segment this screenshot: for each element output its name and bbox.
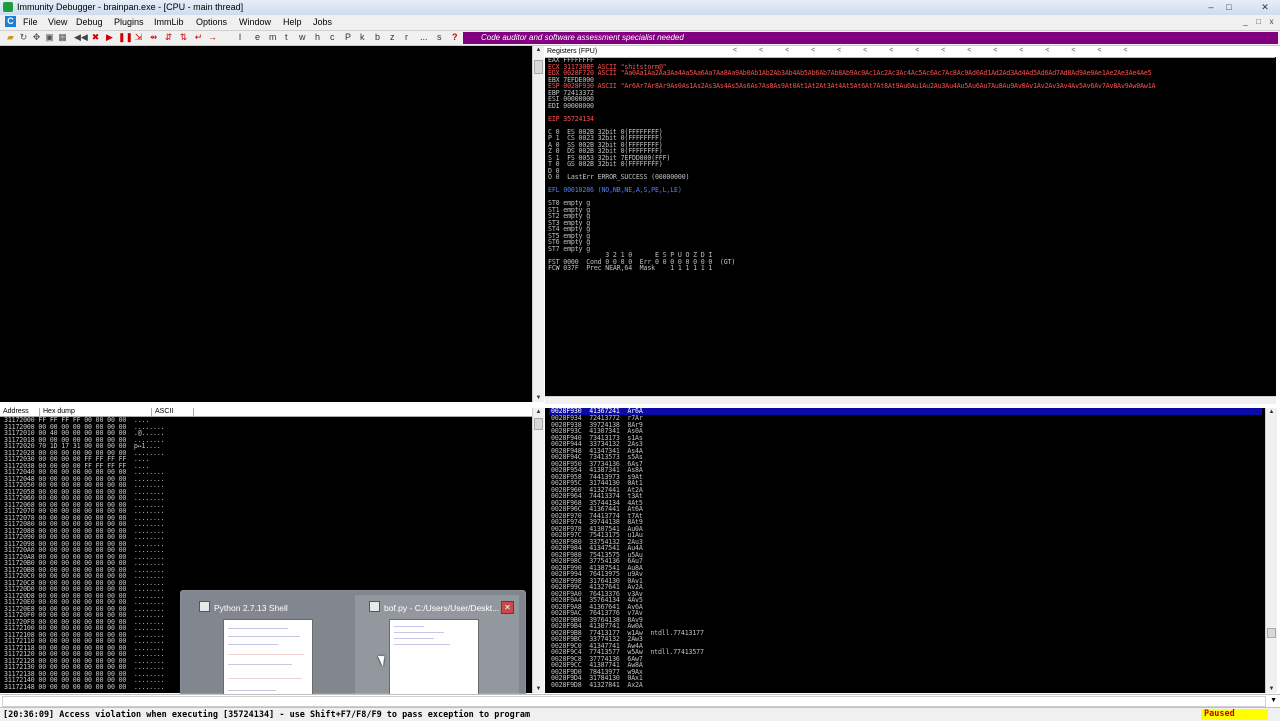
scroll-down-icon[interactable]: ▼ [533,394,544,402]
toolbar-m-button[interactable]: m [269,32,277,42]
status-bar: [20:36:09] Access violation when executi… [0,707,1280,721]
trace-into-icon[interactable]: ⇵ [163,32,174,43]
toolbar-l-button[interactable]: l [239,32,241,42]
menu-plugins[interactable]: Plugins [114,17,144,27]
register-list: EAX FFFFFFFF ECX 311730BF ASCII "shitstor… [548,57,1156,272]
toolbar-dots-button[interactable]: ... [420,32,428,42]
mdi-close-button[interactable]: x [1266,17,1277,27]
dump-row[interactable]: 31172148 00 00 00 00 00 00 00 00 .......… [4,683,165,691]
mdi-minimize-button[interactable]: _ [1240,17,1251,27]
banner-ad[interactable]: Code auditor and software assessment spe… [463,32,1278,44]
menu-view[interactable]: View [48,17,67,27]
register-row[interactable]: ESP 0028F930 ASCII "Ar6Ar7Ar8Ar9As0As1As… [548,83,1156,90]
run-icon[interactable]: ▶ [104,32,115,43]
toolbar-s-button[interactable]: s [437,32,442,42]
close-preview-icon[interactable]: ✕ [501,601,514,614]
command-bar: ▼ [0,694,1280,707]
toolbar-h-button[interactable]: h [315,32,320,42]
menu-bar: C File View Debug Plugins ImmLib Options… [0,15,1280,31]
toolbar-e-button[interactable]: e [255,32,260,42]
stack-row[interactable]: 0028F9D8 41327841 Ax2A [551,681,704,689]
scroll-thumb[interactable] [534,418,543,430]
registers-title: Registers (FPU) [547,48,598,55]
registers-hscrollbar[interactable] [545,396,1276,404]
toolbar-r-button[interactable]: r [405,32,408,42]
register-row[interactable]: EDX 0028F720 ASCII "Aa0Aa1Aa2Aa3Aa4Aa5Aa… [548,70,1155,77]
disassembly-scrollbar[interactable]: ▲ ▼ [532,46,544,402]
maximize-button[interactable]: □ [1222,2,1236,12]
menu-debug[interactable]: Debug [76,17,103,27]
rewind-icon[interactable]: ◀◀ [74,32,88,43]
thumbnail-title: Python 2.7.13 Shell [185,601,349,613]
trace-over-icon[interactable]: ⇅ [178,32,189,43]
chevron-down-icon[interactable]: ▼ [1270,697,1277,704]
cpu-window-icon[interactable]: C [5,16,16,27]
idle-icon [369,601,380,612]
scroll-thumb[interactable] [534,60,543,74]
goto-icon[interactable]: → [207,32,218,43]
menu-window[interactable]: Window [239,17,271,27]
grid-icon[interactable]: ▦ [57,32,68,43]
app-icon [3,2,13,12]
dump-rows: 31172000 FF FF FF FF 00 00 00 00 .... 311… [4,417,165,691]
pause-icon[interactable]: ❚❚ [118,32,133,43]
toolbar-k-button[interactable]: k [360,32,365,42]
window-title: Immunity Debugger - brainpan.exe - [CPU … [17,2,244,12]
dump-col-ascii[interactable]: ASCII [152,408,194,416]
open-icon[interactable]: ▰ [5,32,16,43]
menu-options[interactable]: Options [196,17,227,27]
mdi-restore-button[interactable]: □ [1253,17,1264,27]
menu-jobs[interactable]: Jobs [313,17,332,27]
command-input[interactable] [2,696,1266,707]
step-over-icon[interactable]: ⇴ [148,32,159,43]
restart-icon[interactable]: ↻ [18,32,29,43]
toolbar-b-button[interactable]: b [375,32,380,42]
toolbar-t-button[interactable]: t [285,32,288,42]
python-icon [199,601,210,612]
attach-icon[interactable]: ✥ [31,32,42,43]
scroll-up-icon[interactable]: ▲ [1266,408,1277,416]
stack-selected-row[interactable]: 0028F930 41367241 Ar6A [549,408,1262,415]
step-into-icon[interactable]: ⇲ [133,32,144,43]
toolbar-c-button[interactable]: c [330,32,335,42]
close-debug-icon[interactable]: ✖ [90,32,101,43]
registers-nav-arrows[interactable]: < < < < < < < < < < < < < < < < [733,47,1138,54]
toolbar-help-button[interactable]: ? [452,32,458,42]
register-row[interactable]: FCW 037F Prec NEAR,64 Mask 1 1 1 1 1 1 [548,265,1155,272]
disassembly-pane[interactable] [0,46,532,402]
dump-scrollbar[interactable]: ▲ ▼ [532,408,544,693]
dump-col-address[interactable]: Address [0,408,40,416]
status-message: [20:36:09] Access violation when executi… [3,710,531,720]
minimize-button[interactable]: – [1204,2,1218,12]
dump-col-hex[interactable]: Hex dump [40,408,152,416]
stack-scrollbar[interactable]: ▲ ▼ [1265,408,1277,693]
execute-till-return-icon[interactable]: ↵ [193,32,204,43]
menu-immlib[interactable]: ImmLib [154,17,184,27]
toolbar-z-button[interactable]: z [390,32,395,42]
window-icon[interactable]: ▣ [44,32,55,43]
scroll-down-icon[interactable]: ▼ [533,685,544,693]
stack-rows: 0028F934 72413772 r7Ar 0028F938 39724138 … [551,415,704,688]
menu-file[interactable]: File [23,17,38,27]
scroll-up-icon[interactable]: ▲ [533,408,544,416]
close-button[interactable]: ✕ [1254,2,1276,12]
status-badge: Paused [1201,709,1268,720]
title-bar: Immunity Debugger - brainpan.exe - [CPU … [0,0,1280,16]
scroll-thumb[interactable] [1267,628,1276,638]
menu-help[interactable]: Help [283,17,302,27]
thumbnail-title: bof.py - C:/Users/User/Deskt... [355,601,519,613]
toolbar-w-button[interactable]: w [299,32,306,42]
toolbar-p-button[interactable]: P [345,32,351,42]
scroll-down-icon[interactable]: ▼ [1266,685,1277,693]
scroll-up-icon[interactable]: ▲ [533,46,544,54]
